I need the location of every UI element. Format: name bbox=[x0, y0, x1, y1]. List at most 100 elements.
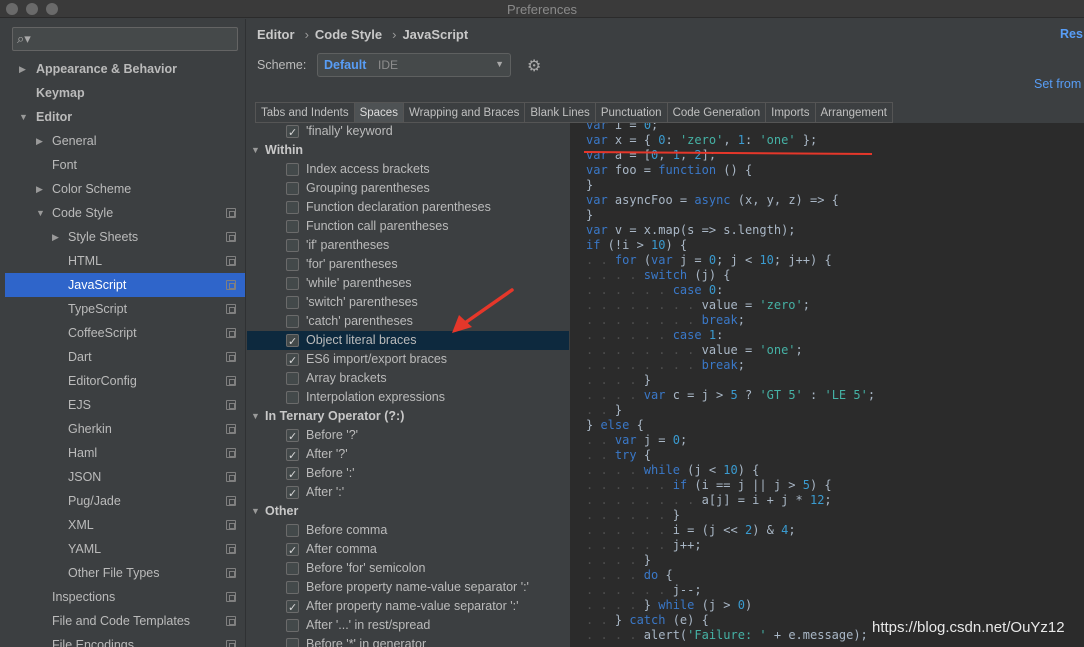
checkbox-checked[interactable] bbox=[286, 541, 299, 560]
tab-wrapping-and-braces[interactable]: Wrapping and Braces bbox=[402, 102, 525, 123]
sidebar-item-ejs[interactable]: EJS bbox=[5, 393, 245, 417]
chevron-down-icon[interactable]: ▼ bbox=[251, 502, 260, 521]
option-row[interactable]: After '...' in rest/spread bbox=[247, 616, 569, 635]
checkbox-unchecked[interactable] bbox=[286, 296, 299, 309]
checkbox-unchecked[interactable] bbox=[286, 315, 299, 328]
tab-spaces[interactable]: Spaces bbox=[353, 102, 403, 123]
sidebar-item-inspections[interactable]: Inspections bbox=[5, 585, 245, 609]
sidebar-item-other-file-types[interactable]: Other File Types bbox=[5, 561, 245, 585]
tab-tabs-and-indents[interactable]: Tabs and Indents bbox=[255, 102, 354, 123]
sidebar-item-editorconfig[interactable]: EditorConfig bbox=[5, 369, 245, 393]
tab-blank-lines[interactable]: Blank Lines bbox=[524, 102, 595, 123]
set-from-link[interactable]: Set from bbox=[1034, 77, 1081, 91]
checkbox-checked[interactable] bbox=[286, 351, 299, 370]
settings-search-input[interactable]: ⌕▾ bbox=[12, 27, 238, 51]
option-row[interactable]: 'if' parentheses bbox=[247, 236, 569, 255]
chevron-down-icon[interactable]: ▼ bbox=[19, 105, 28, 129]
sidebar-item-general[interactable]: ▶ General bbox=[5, 129, 245, 153]
option-row[interactable]: Before '?' bbox=[247, 426, 569, 446]
checkbox-unchecked[interactable] bbox=[286, 163, 299, 176]
tab-arrangement[interactable]: Arrangement bbox=[814, 102, 893, 123]
gear-icon[interactable]: ⚙ bbox=[527, 56, 541, 76]
chevron-right-icon[interactable]: ▶ bbox=[52, 225, 59, 249]
chevron-right-icon[interactable]: ▶ bbox=[36, 177, 43, 201]
option-row[interactable]: 'while' parentheses bbox=[247, 274, 569, 293]
option-row[interactable]: 'switch' parentheses bbox=[247, 293, 569, 312]
sidebar-item-gherkin[interactable]: Gherkin bbox=[5, 417, 245, 441]
sidebar-item-code-style[interactable]: ▼ Code Style bbox=[5, 201, 245, 225]
checkbox-unchecked[interactable] bbox=[286, 258, 299, 271]
checkbox-unchecked[interactable] bbox=[286, 372, 299, 385]
option-row[interactable]: After property name-value separator ':' bbox=[247, 597, 569, 617]
tab-punctuation[interactable]: Punctuation bbox=[594, 102, 667, 123]
checkbox-unchecked[interactable] bbox=[286, 277, 299, 290]
checkbox-checked[interactable] bbox=[286, 123, 299, 142]
checkbox-checked[interactable] bbox=[286, 446, 299, 465]
checkbox-unchecked[interactable] bbox=[286, 619, 299, 632]
chevron-right-icon[interactable]: ▶ bbox=[19, 57, 26, 81]
chevron-down-icon[interactable]: ▼ bbox=[36, 201, 45, 225]
option-row[interactable]: ES6 import/export braces bbox=[247, 350, 569, 370]
option-group-header[interactable]: ▼ Other bbox=[247, 502, 569, 521]
option-row[interactable]: After '?' bbox=[247, 445, 569, 465]
sidebar-item-javascript[interactable]: JavaScript bbox=[5, 273, 245, 297]
option-row[interactable]: After comma bbox=[247, 540, 569, 560]
sidebar-item-coffeescript[interactable]: CoffeeScript bbox=[5, 321, 245, 345]
sidebar-item-file-encodings[interactable]: File Encodings bbox=[5, 633, 245, 647]
checkbox-unchecked[interactable] bbox=[286, 524, 299, 537]
option-row[interactable]: Index access brackets bbox=[247, 160, 569, 179]
scheme-dropdown[interactable]: Default IDE ▼ bbox=[317, 53, 511, 77]
sidebar-item-dart[interactable]: Dart bbox=[5, 345, 245, 369]
sidebar-item-typescript[interactable]: TypeScript bbox=[5, 297, 245, 321]
option-row[interactable]: 'catch' parentheses bbox=[247, 312, 569, 331]
sidebar-item-yaml[interactable]: YAML bbox=[5, 537, 245, 561]
checkbox-checked[interactable] bbox=[286, 465, 299, 484]
option-row[interactable]: After ':' bbox=[247, 483, 569, 503]
option-row[interactable]: Array brackets bbox=[247, 369, 569, 388]
checkbox-unchecked[interactable] bbox=[286, 201, 299, 214]
option-row[interactable]: Grouping parentheses bbox=[247, 179, 569, 198]
checkbox-unchecked[interactable] bbox=[286, 182, 299, 195]
option-row[interactable]: Before property name-value separator ':' bbox=[247, 578, 569, 597]
reset-link[interactable]: Res bbox=[1060, 27, 1083, 41]
option-row[interactable]: Interpolation expressions bbox=[247, 388, 569, 407]
chevron-down-icon[interactable]: ▼ bbox=[251, 407, 260, 426]
checkbox-unchecked[interactable] bbox=[286, 220, 299, 233]
sidebar-item-style-sheets[interactable]: ▶ Style Sheets bbox=[5, 225, 245, 249]
tab-imports[interactable]: Imports bbox=[765, 102, 815, 123]
sidebar-item-file-and-code-templates[interactable]: File and Code Templates bbox=[5, 609, 245, 633]
checkbox-unchecked[interactable] bbox=[286, 581, 299, 594]
sidebar-item-pug-jade[interactable]: Pug/Jade bbox=[5, 489, 245, 513]
option-group-header[interactable]: ▼ In Ternary Operator (?:) bbox=[247, 407, 569, 426]
chevron-right-icon[interactable]: ▶ bbox=[36, 129, 43, 153]
tab-code-generation[interactable]: Code Generation bbox=[666, 102, 766, 123]
sidebar-item-font[interactable]: Font bbox=[5, 153, 245, 177]
sidebar-item-editor[interactable]: ▼ Editor bbox=[5, 105, 245, 129]
option-row[interactable]: Object literal braces bbox=[247, 331, 569, 351]
checkbox-checked[interactable] bbox=[286, 484, 299, 503]
option-group-header[interactable]: ▼ Within bbox=[247, 141, 569, 160]
sidebar-item-xml[interactable]: XML bbox=[5, 513, 245, 537]
option-row[interactable]: Function declaration parentheses bbox=[247, 198, 569, 217]
option-row[interactable]: Before ':' bbox=[247, 464, 569, 484]
checkbox-unchecked[interactable] bbox=[286, 562, 299, 575]
sidebar-item-keymap[interactable]: Keymap bbox=[5, 81, 245, 105]
sidebar-item-haml[interactable]: Haml bbox=[5, 441, 245, 465]
checkbox-unchecked[interactable] bbox=[286, 638, 299, 647]
option-row[interactable]: Before 'for' semicolon bbox=[247, 559, 569, 578]
checkbox-unchecked[interactable] bbox=[286, 391, 299, 404]
checkbox-unchecked[interactable] bbox=[286, 239, 299, 252]
option-row[interactable]: Function call parentheses bbox=[247, 217, 569, 236]
checkbox-checked[interactable] bbox=[286, 332, 299, 351]
sidebar-item-appearance-behavior[interactable]: ▶ Appearance & Behavior bbox=[5, 57, 245, 81]
sidebar-item-json[interactable]: JSON bbox=[5, 465, 245, 489]
option-row[interactable]: 'for' parentheses bbox=[247, 255, 569, 274]
option-row[interactable]: Before comma bbox=[247, 521, 569, 540]
checkbox-checked[interactable] bbox=[286, 598, 299, 617]
sidebar-item-color-scheme[interactable]: ▶ Color Scheme bbox=[5, 177, 245, 201]
option-row[interactable]: Before '*' in generator bbox=[247, 635, 569, 647]
chevron-down-icon[interactable]: ▼ bbox=[251, 141, 260, 160]
checkbox-checked[interactable] bbox=[286, 427, 299, 446]
option-row[interactable]: 'finally' keyword bbox=[247, 123, 569, 142]
sidebar-item-html[interactable]: HTML bbox=[5, 249, 245, 273]
